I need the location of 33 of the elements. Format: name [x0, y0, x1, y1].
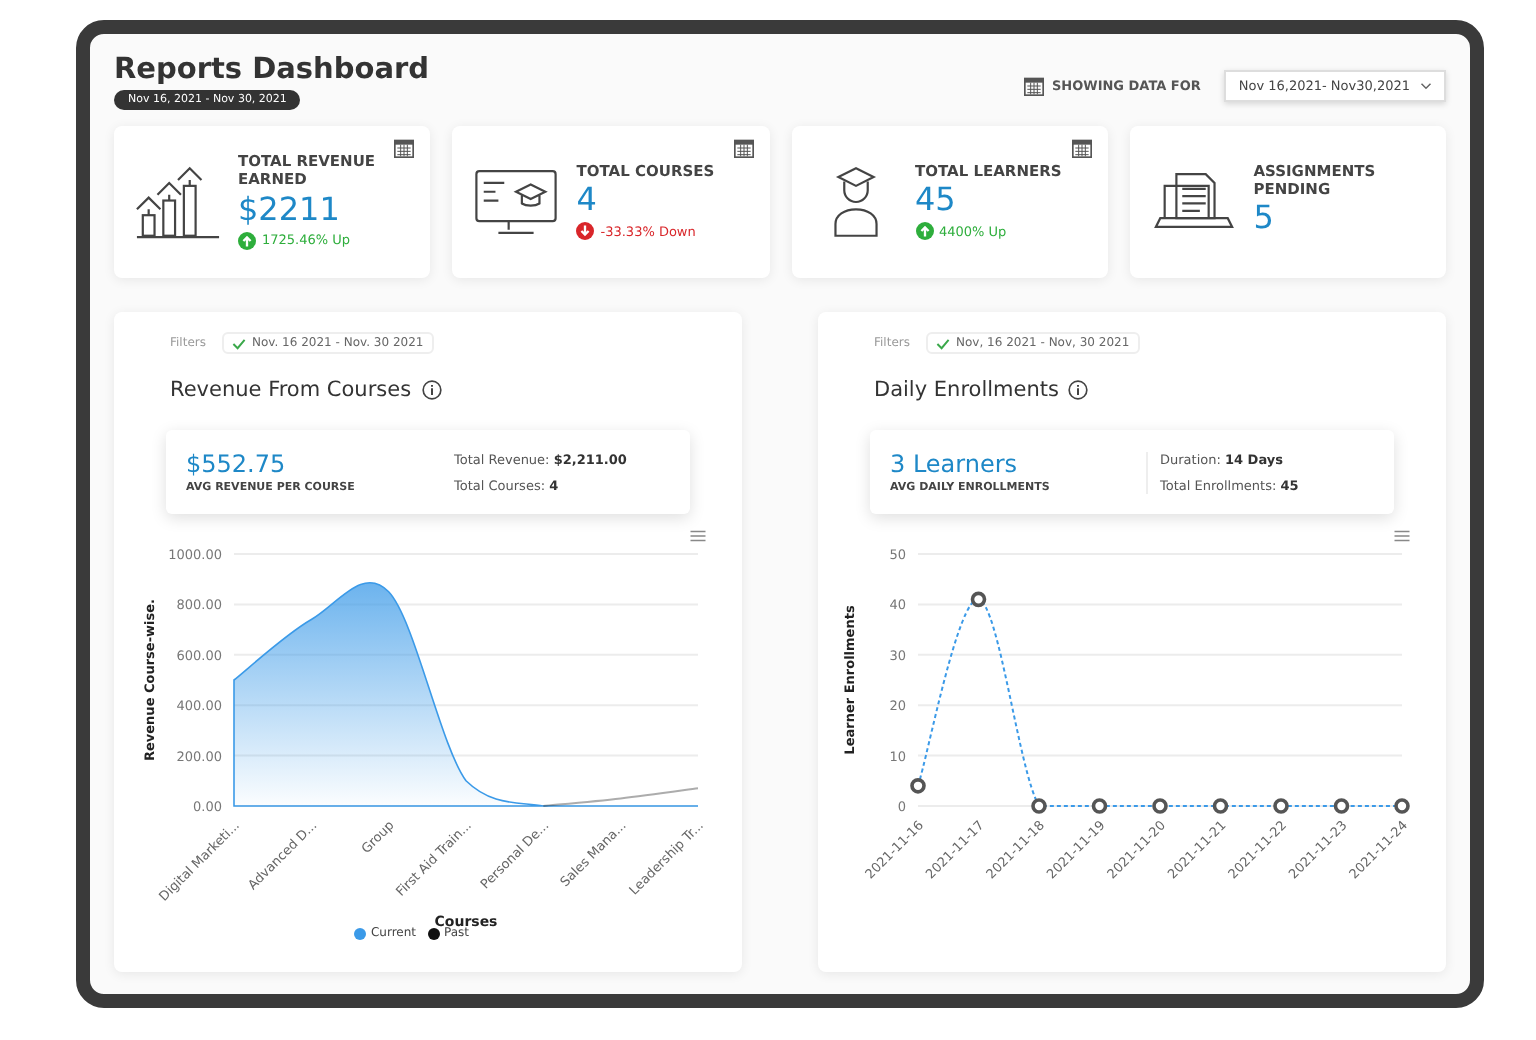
data-point — [1333, 798, 1350, 814]
data-point — [1091, 798, 1108, 814]
data-point — [970, 591, 987, 608]
summary-value: 3 Learners — [890, 450, 1020, 478]
calendar-icon — [1024, 76, 1044, 96]
check-icon — [232, 337, 246, 349]
calendar-icon[interactable] — [733, 138, 753, 158]
calendar-icon[interactable] — [1071, 138, 1092, 158]
legend-dot — [354, 927, 367, 939]
page-title: Reports Dashboard — [114, 54, 430, 86]
monitor-icon — [472, 164, 561, 240]
legend-dot — [428, 927, 441, 939]
growth-chart-icon — [134, 164, 222, 240]
data-point — [1031, 798, 1047, 814]
data-point — [910, 778, 926, 794]
stat-value: 45 — [915, 180, 956, 223]
data-point — [1273, 798, 1289, 814]
check-icon — [936, 337, 950, 349]
summary-value: $552.75 — [186, 450, 288, 478]
data-point — [1152, 798, 1168, 814]
chevron-icon — [1420, 82, 1432, 90]
calendar-icon[interactable] — [394, 138, 415, 158]
menu-icon[interactable] — [690, 530, 706, 542]
stat-value: $2211 — [238, 189, 340, 232]
data-point — [1394, 798, 1410, 814]
panel-title: Revenue From Courses — [170, 378, 412, 402]
menu-icon[interactable] — [1394, 530, 1410, 542]
panel-title: Daily Enrollments — [874, 378, 1059, 402]
stat-value: 5 — [1253, 198, 1274, 241]
info-icon[interactable] — [1068, 380, 1089, 400]
info-icon[interactable] — [421, 380, 442, 400]
data-point — [1212, 798, 1229, 814]
stat-value: 4 — [576, 180, 597, 223]
